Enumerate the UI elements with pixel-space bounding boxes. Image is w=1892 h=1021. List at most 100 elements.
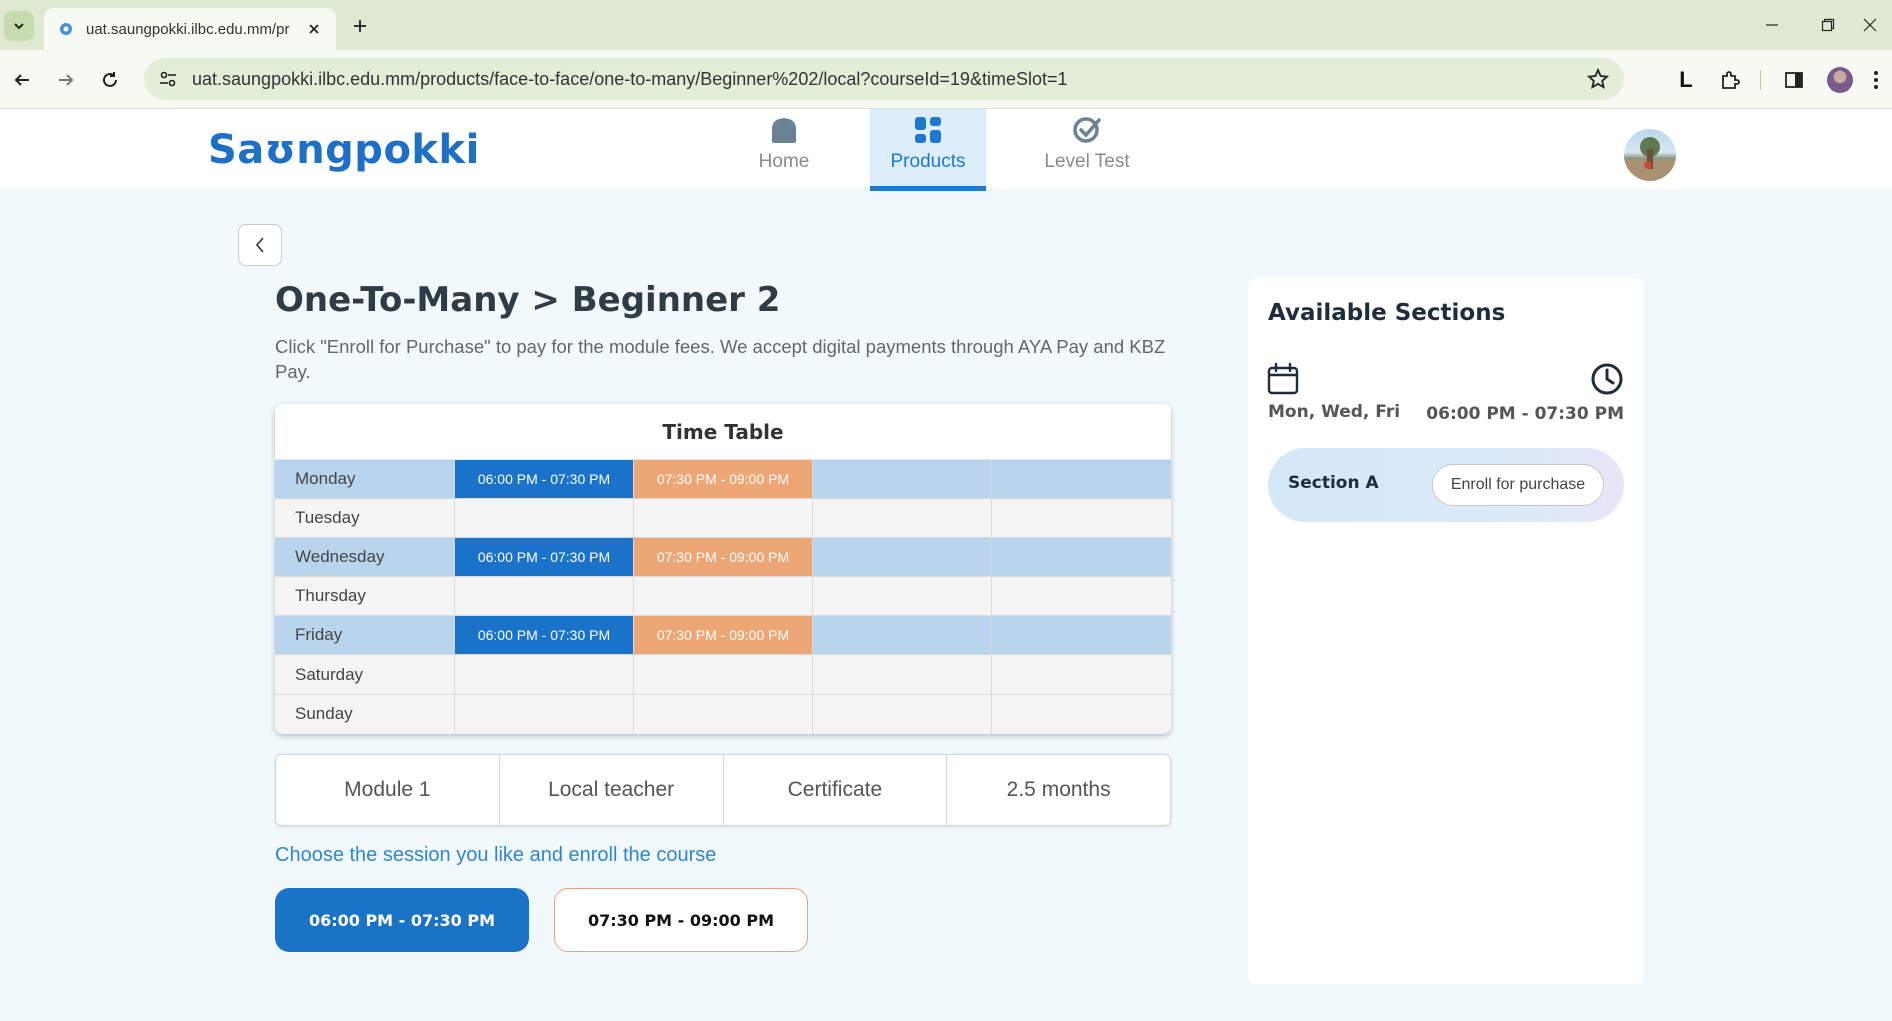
check-circle-icon bbox=[1073, 117, 1101, 143]
back-nav-button[interactable] bbox=[6, 64, 38, 96]
info-duration: 2.5 months bbox=[1006, 778, 1111, 801]
minimize-button[interactable] bbox=[1750, 10, 1794, 40]
info-teacher: Local teacher bbox=[500, 755, 724, 825]
nav-level-test-label: Level Test bbox=[1044, 151, 1130, 172]
extensions-puzzle-icon[interactable] bbox=[1714, 64, 1746, 96]
timetable-empty-cell bbox=[634, 499, 813, 538]
favicon-icon bbox=[60, 23, 72, 35]
tab-search-button[interactable] bbox=[4, 11, 34, 41]
page-title: One-To-Many > Beginner 2 bbox=[275, 280, 781, 320]
enroll-for-purchase-button[interactable]: Enroll for purchase bbox=[1432, 464, 1604, 506]
timetable-empty-cell bbox=[813, 460, 992, 499]
new-tab-button[interactable] bbox=[346, 12, 374, 40]
profile-avatar[interactable] bbox=[1824, 64, 1856, 96]
timetable-row: Thursday bbox=[275, 577, 1171, 617]
timetable-title: Time Table bbox=[275, 404, 1171, 460]
section-name: Section A bbox=[1288, 473, 1379, 493]
nav-home-label: Home bbox=[758, 151, 810, 172]
calendar-icon bbox=[1267, 362, 1299, 395]
side-panel-icon[interactable] bbox=[1778, 64, 1810, 96]
forward-nav-button[interactable] bbox=[50, 64, 82, 96]
url-text[interactable]: uat.saungpokki.ilbc.edu.mm/products/face… bbox=[192, 69, 1580, 90]
timetable-empty-cell bbox=[813, 538, 992, 577]
timetable-empty-cell bbox=[455, 694, 634, 734]
browser-tab[interactable]: uat.saungpokki.ilbc.edu.mm/pr bbox=[44, 8, 336, 50]
timetable-empty-cell bbox=[992, 460, 1171, 498]
timetable-empty-cell bbox=[813, 655, 992, 694]
timetable-empty-cell bbox=[634, 655, 813, 694]
minimize-icon bbox=[1766, 24, 1778, 26]
timetable-day: Monday bbox=[275, 460, 455, 499]
back-button[interactable] bbox=[238, 224, 282, 266]
course-info-strip: Module 1 Local teacher Certificate 2.5 m… bbox=[275, 754, 1171, 826]
user-avatar[interactable] bbox=[1624, 129, 1676, 181]
section-days: Mon, Wed, Fri bbox=[1268, 402, 1401, 422]
close-icon bbox=[1863, 18, 1877, 32]
timetable-empty-cell bbox=[455, 655, 634, 694]
timetable-empty-cell bbox=[992, 499, 1171, 537]
timetable-slot: 06:00 PM - 07:30 PM bbox=[455, 616, 634, 655]
timetable-slot: 06:00 PM - 07:30 PM bbox=[455, 538, 634, 577]
home-icon bbox=[772, 118, 796, 143]
timetable-empty-cell bbox=[992, 577, 1171, 615]
more-menu-icon[interactable] bbox=[1866, 64, 1886, 96]
section-item: Section A Enroll for purchase bbox=[1268, 448, 1624, 522]
browser-tabstrip: uat.saungpokki.ilbc.edu.mm/pr bbox=[0, 0, 1892, 50]
close-window-button[interactable] bbox=[1848, 10, 1892, 40]
close-tab-icon[interactable] bbox=[302, 17, 326, 41]
timetable-row: Sunday bbox=[275, 694, 1171, 734]
timetable-row: Saturday bbox=[275, 655, 1171, 695]
nav-home[interactable]: Home bbox=[736, 109, 832, 191]
timetable-empty-cell bbox=[813, 694, 992, 734]
chevron-left-icon bbox=[255, 237, 264, 253]
timetable-day: Saturday bbox=[275, 655, 455, 694]
site-logo[interactable]: Saʊngpokki bbox=[208, 127, 480, 173]
timetable-row: Friday 06:00 PM - 07:30 PM 07:30 PM - 09… bbox=[275, 616, 1171, 656]
address-bar[interactable]: uat.saungpokki.ilbc.edu.mm/products/face… bbox=[144, 58, 1624, 100]
timetable-empty-cell bbox=[992, 695, 1171, 734]
timetable-slot: 07:30 PM - 09:00 PM bbox=[634, 460, 813, 499]
choose-session-text: Choose the session you like and enroll t… bbox=[275, 844, 717, 866]
arrow-right-icon bbox=[59, 74, 74, 86]
available-sections-card: Available Sections Mon, Wed, Fri 06:00 P… bbox=[1248, 278, 1644, 984]
timetable-empty-cell bbox=[634, 577, 813, 616]
session-button-2[interactable]: 07:30 PM - 09:00 PM bbox=[554, 888, 808, 952]
info-module: Module 1 bbox=[276, 755, 500, 825]
section-time: 06:00 PM - 07:30 PM bbox=[1426, 404, 1624, 424]
nav-level-test[interactable]: Level Test bbox=[1032, 109, 1142, 191]
plus-icon bbox=[354, 20, 366, 32]
timetable-row: Tuesday bbox=[275, 499, 1171, 539]
grid-icon bbox=[915, 117, 941, 143]
extension-l-icon[interactable]: L bbox=[1670, 64, 1702, 96]
restore-icon bbox=[1821, 18, 1835, 32]
timetable-day: Wednesday bbox=[275, 538, 455, 577]
timetable-day: Tuesday bbox=[275, 499, 455, 538]
site-settings-icon[interactable] bbox=[158, 69, 178, 89]
clock-icon bbox=[1591, 363, 1623, 395]
reload-button[interactable] bbox=[94, 64, 126, 96]
timetable-empty-cell bbox=[992, 538, 1171, 576]
timetable-slot: 07:30 PM - 09:00 PM bbox=[634, 616, 813, 655]
timetable-empty-cell bbox=[455, 577, 634, 616]
timetable-row: Wednesday 06:00 PM - 07:30 PM 07:30 PM -… bbox=[275, 538, 1171, 578]
timetable-day: Friday bbox=[275, 616, 455, 655]
timetable-empty-cell bbox=[455, 499, 634, 538]
browser-toolbar: uat.saungpokki.ilbc.edu.mm/products/face… bbox=[0, 50, 1892, 109]
bookmark-star-icon[interactable] bbox=[1580, 61, 1616, 97]
timetable-row: Monday 06:00 PM - 07:30 PM 07:30 PM - 09… bbox=[275, 460, 1171, 500]
toolbar-divider bbox=[1760, 70, 1761, 90]
nav-products[interactable]: Products bbox=[870, 109, 986, 191]
timetable-slot: 07:30 PM - 09:00 PM bbox=[634, 538, 813, 577]
reload-icon bbox=[103, 72, 117, 87]
restore-button[interactable] bbox=[1806, 10, 1850, 40]
tab-title: uat.saungpokki.ilbc.edu.mm/pr bbox=[86, 20, 290, 38]
session-button-1[interactable]: 06:00 PM - 07:30 PM bbox=[275, 888, 529, 952]
timetable-empty-cell bbox=[992, 616, 1171, 654]
timetable-slot: 06:00 PM - 07:30 PM bbox=[455, 460, 634, 499]
timetable-empty-cell bbox=[813, 499, 992, 538]
timetable-card: Time Table Monday 06:00 PM - 07:30 PM 07… bbox=[275, 404, 1171, 734]
timetable-day: Sunday bbox=[275, 694, 455, 734]
nav-products-label: Products bbox=[890, 151, 966, 172]
timetable-empty-cell bbox=[992, 655, 1171, 693]
site-header: Saʊngpokki Home Products Level Test bbox=[0, 109, 1892, 191]
